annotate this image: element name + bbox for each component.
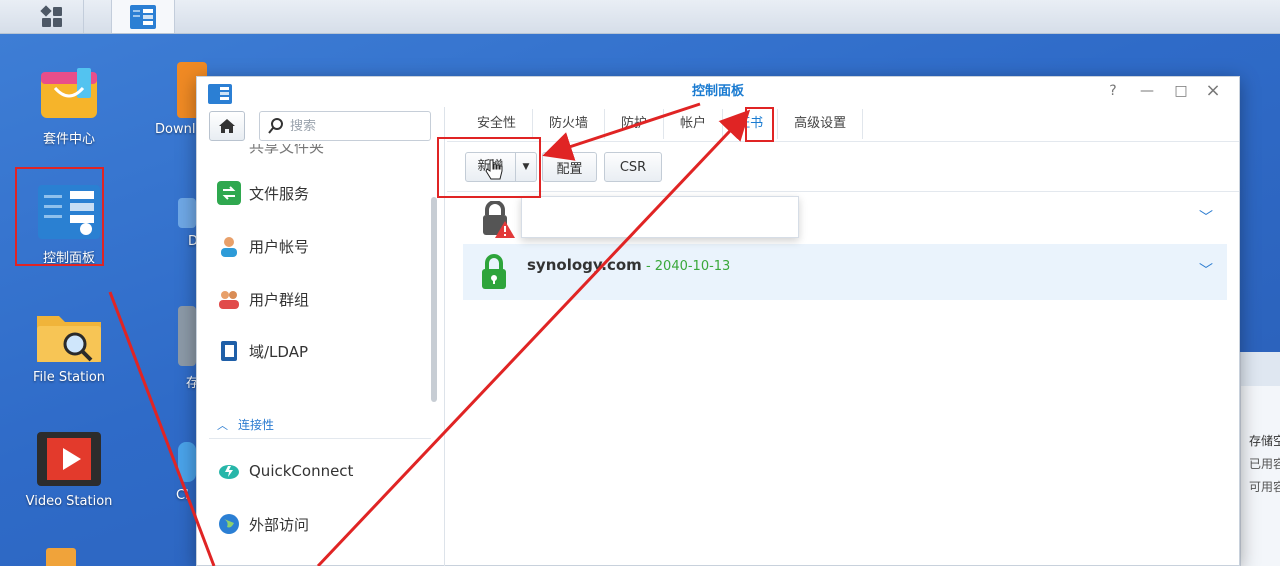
chevron-down-icon[interactable]: ﹀ — [1199, 260, 1213, 280]
search-icon — [268, 118, 283, 134]
domain-ldap-icon — [217, 339, 241, 363]
user-icon — [217, 234, 241, 258]
user-group-icon — [217, 287, 241, 311]
sidebar-item-label: QuickConnect — [249, 462, 354, 480]
search-box[interactable] — [259, 111, 431, 141]
desktop-icon-file-station[interactable]: File Station — [14, 308, 124, 385]
sidebar-scrollbar[interactable] — [431, 197, 437, 402]
maximize-button[interactable]: □ — [1171, 83, 1191, 99]
section-divider — [209, 438, 431, 439]
app-icon — [178, 198, 196, 228]
chevron-up-icon: ︿ — [217, 418, 228, 432]
tab-firewall[interactable]: 防火墙 — [533, 109, 606, 139]
section-connectivity-toggle[interactable]: ︿ 连接性 — [217, 416, 274, 433]
sidebar-item-user-accounts[interactable]: 用户帐号 — [217, 234, 309, 258]
certificate-name-row: synology.com - 2040-10-13 — [527, 256, 730, 274]
add-dropdown-menu[interactable] — [521, 196, 799, 238]
free-capacity-label: 可用容 — [1249, 480, 1280, 494]
csr-button[interactable]: CSR — [604, 152, 662, 182]
desktop-icon-partial-1[interactable]: D — [150, 198, 199, 249]
close-button[interactable]: × — [1203, 80, 1223, 101]
sidebar-item-user-groups[interactable]: 用户群组 — [217, 287, 309, 311]
file-services-icon — [217, 181, 241, 205]
configure-button[interactable]: 配置 — [542, 152, 597, 182]
quickconnect-icon — [217, 459, 241, 483]
sidebar: 共享文件夹 文件服务 用户帐号 用户群组 域/LDAP — [197, 107, 445, 566]
desktop-icon-label: D — [188, 234, 199, 249]
certificate-name: synology.com — [527, 256, 642, 274]
certificate-row-synology[interactable]: synology.com - 2040-10-13 ﹀ — [463, 244, 1227, 300]
apps-grid-icon — [39, 4, 62, 27]
desktop-icon-label: Video Station — [25, 494, 113, 509]
minimize-button[interactable]: — — [1137, 83, 1157, 99]
desktop-icon-package-center[interactable]: 套件中心 — [14, 62, 124, 147]
desktop-icon-label: Cl — [176, 488, 189, 503]
cloud-icon — [178, 442, 196, 482]
desktop-icon-download-station[interactable]: Downl — [143, 62, 207, 137]
desktop-icon-cloud[interactable]: Cl — [150, 442, 196, 503]
tab-bar: 安全性 防火墙 防护 帐户 证书 高级设置 — [461, 109, 864, 139]
main-menu-button[interactable] — [20, 0, 84, 33]
sidebar-item-domain-ldap[interactable]: 域/LDAP — [217, 339, 308, 363]
lock-warning-icon — [483, 201, 515, 238]
annotation-box-desktop-icon — [15, 167, 104, 266]
sidebar-item-file-services[interactable]: 文件服务 — [217, 181, 309, 205]
desktop-icon-video-station[interactable]: Video Station — [14, 430, 124, 509]
search-input[interactable] — [290, 118, 420, 134]
lock-valid-icon — [482, 254, 506, 289]
taskbar — [0, 0, 1280, 34]
home-icon — [219, 119, 235, 133]
storage-icon — [178, 306, 196, 366]
sidebar-item-quickconnect[interactable]: QuickConnect — [217, 459, 353, 483]
shopping-bag-icon — [37, 62, 101, 122]
folder-search-icon — [35, 308, 103, 364]
desktop-icon-label: 套件中心 — [42, 132, 95, 147]
sidebar-item-label: 域/LDAP — [249, 342, 309, 361]
sidebar-item-label: 用户群组 — [249, 290, 310, 309]
tab-advanced[interactable]: 高级设置 — [778, 109, 864, 139]
section-title: 连接性 — [238, 418, 275, 432]
window-title: 控制面板 — [691, 84, 744, 99]
control-panel-icon — [130, 4, 156, 29]
system-widget-panel: 存储空 已用容 可用容 — [1240, 352, 1280, 566]
help-button[interactable]: ? — [1103, 83, 1123, 99]
desktop-icon-label: File Station — [32, 370, 106, 385]
certificate-sep: - — [641, 259, 655, 274]
tab-security[interactable]: 安全性 — [461, 109, 534, 139]
chevron-down-icon[interactable]: ﹀ — [1199, 207, 1213, 227]
desktop-icon-partial-bottom[interactable] — [46, 548, 76, 566]
globe-icon — [217, 512, 241, 536]
desktop-icon-label: 存 — [186, 376, 200, 391]
annotation-box-certificate-tab — [745, 107, 774, 142]
tab-account[interactable]: 帐户 — [664, 109, 724, 139]
home-button[interactable] — [209, 111, 245, 141]
sidebar-item-label: 外部访问 — [249, 515, 310, 534]
used-capacity-label: 已用容 — [1249, 457, 1280, 471]
sidebar-item-external-access[interactable]: 外部访问 — [217, 512, 309, 536]
taskbar-control-panel-button[interactable] — [111, 0, 175, 33]
tab-protection[interactable]: 防护 — [605, 109, 665, 139]
certificate-expiry-date: 2040-10-13 — [654, 259, 731, 274]
sidebar-item-label: 共享文件夹 — [249, 144, 325, 156]
sidebar-item-label: 文件服务 — [249, 184, 310, 203]
annotation-box-add-button — [437, 137, 541, 198]
sidebar-item-shared-folder[interactable]: 共享文件夹 — [217, 144, 324, 158]
desktop-icon-storage[interactable]: 存 — [150, 306, 200, 391]
widget-header — [1241, 352, 1280, 386]
storage-label: 存储空 — [1249, 434, 1280, 448]
sidebar-item-label: 用户帐号 — [249, 237, 310, 256]
video-play-icon — [35, 430, 103, 488]
control-panel-window: 控制面板 ? — □ × 共享文件夹 文件服务 — [196, 76, 1240, 566]
tab-divider — [447, 141, 1239, 142]
